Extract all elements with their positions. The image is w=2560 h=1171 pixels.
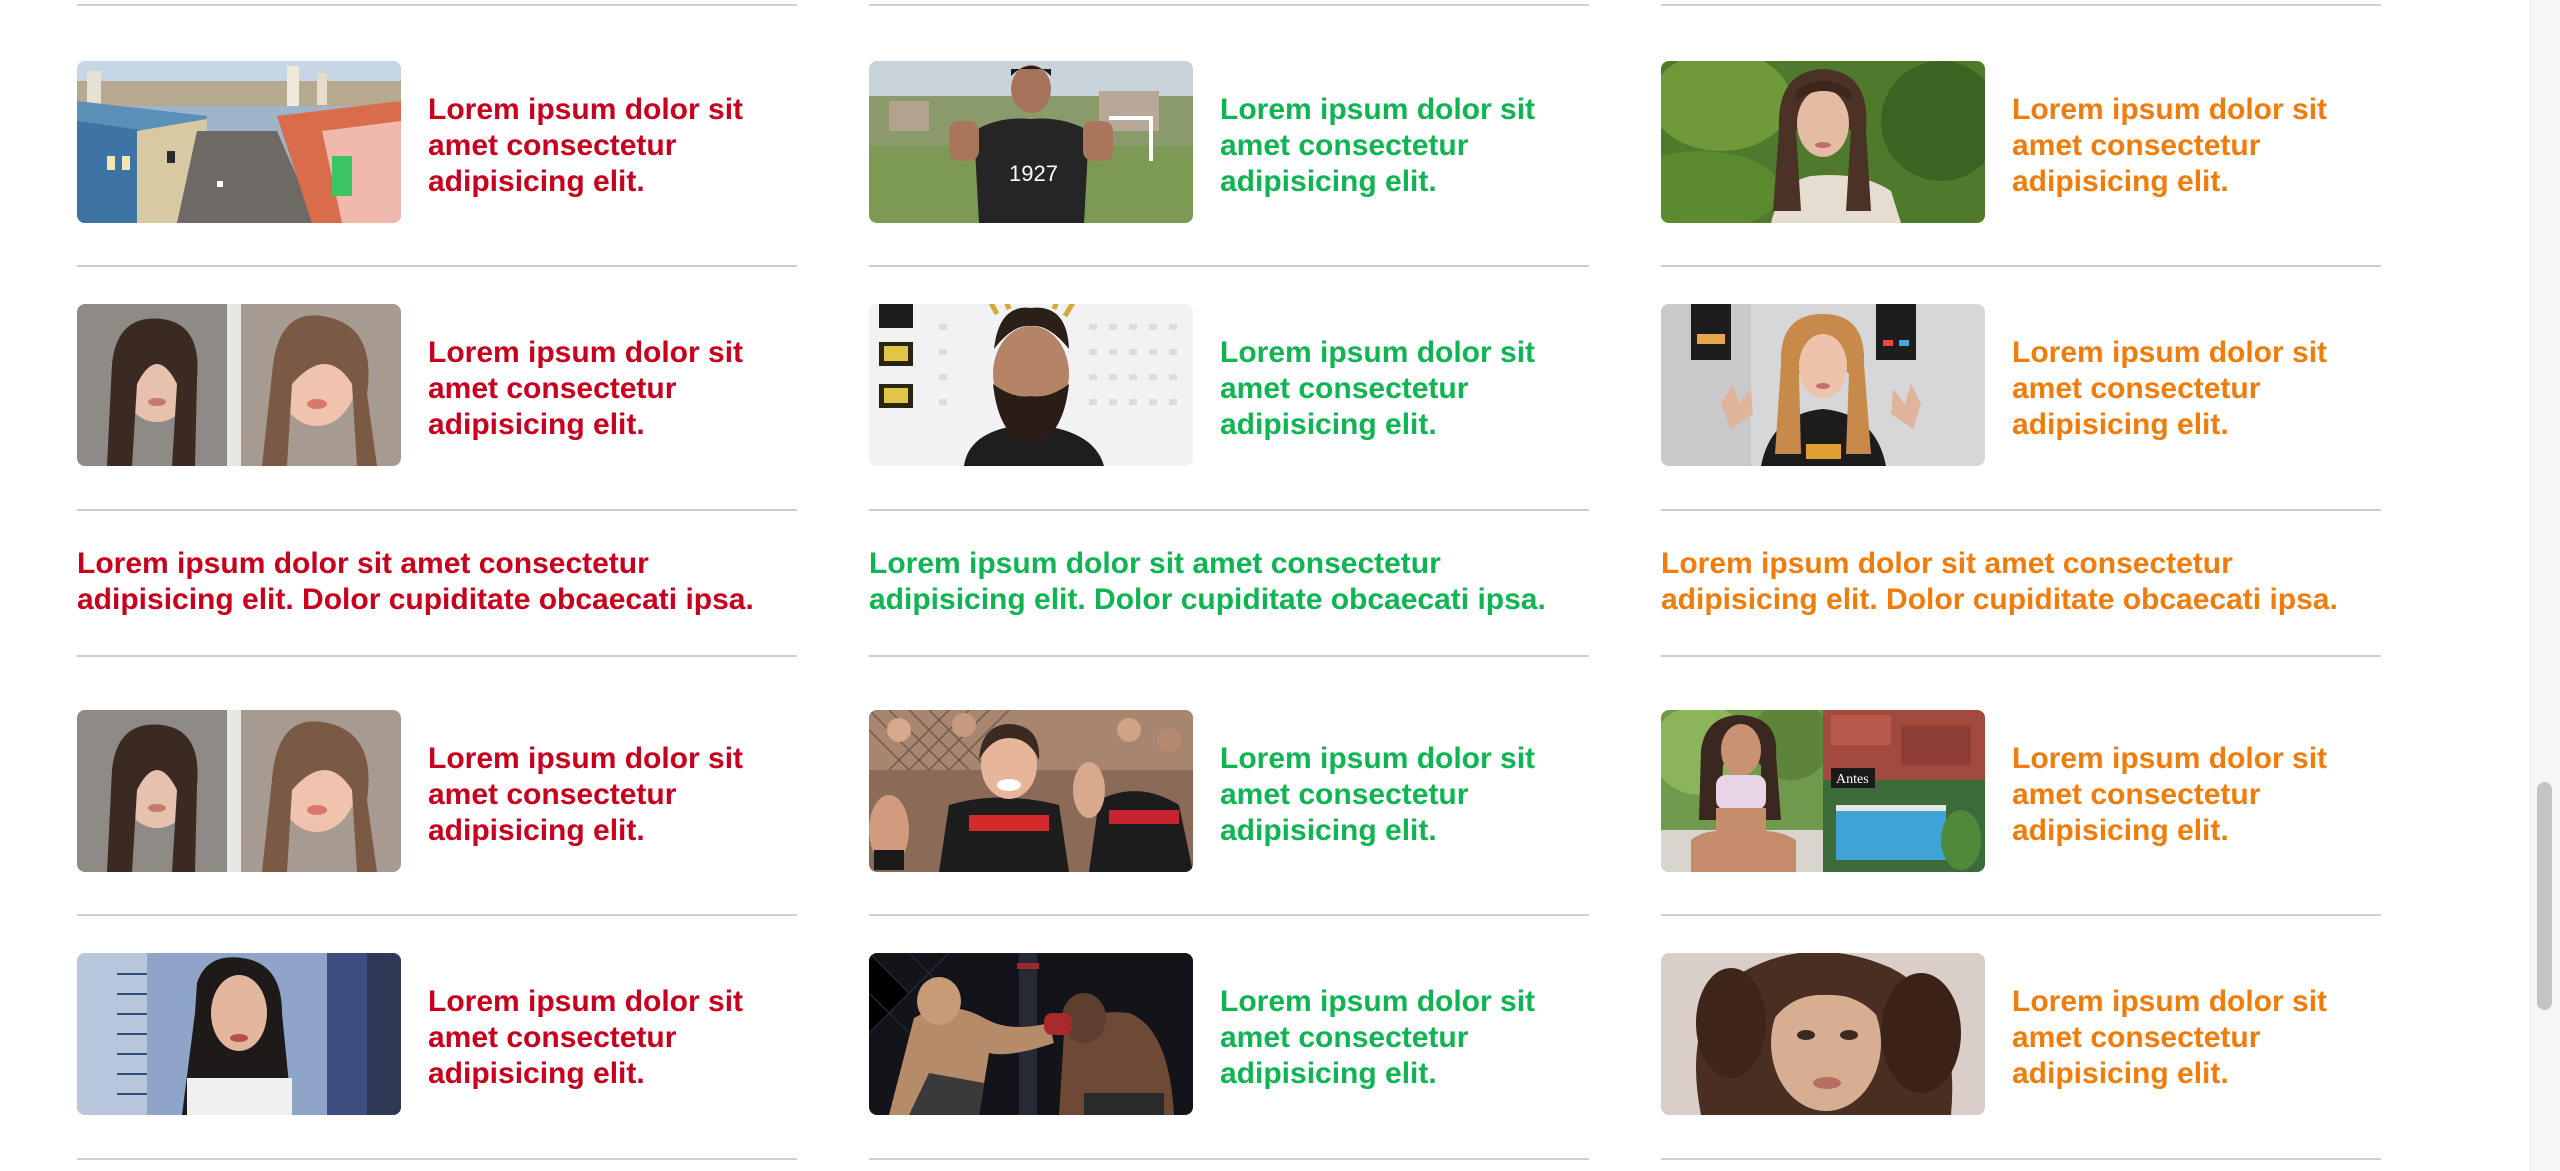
fitness-woman-and-pool-photo: Antes [1661,710,1985,872]
news-card[interactable]: Lorem ipsum dolor sit amet consectetur a… [1661,304,2381,466]
news-title: Lorem ipsum dolor sit amet consectetur a… [428,93,744,198]
news-card[interactable]: Lorem ipsum dolor sit amet consectetur a… [869,710,1589,872]
before-label: Antes [1836,772,1869,787]
two-women-selfie-photo [77,710,401,872]
divider [77,265,797,267]
scrollbar-thumb[interactable] [2537,782,2552,1010]
news-title: Lorem ipsum dolor sit amet consectetur a… [2012,93,2328,198]
news-card[interactable]: Lorem ipsum dolor sit amet consectetur a… [77,304,797,466]
divider [869,1158,1589,1160]
divider [1661,509,2381,511]
news-title: Lorem ipsum dolor sit amet consectetur a… [428,985,744,1090]
news-card[interactable]: Lorem ipsum dolor sit amet consectetur a… [77,710,797,872]
bearded-fighter-portrait-photo [869,304,1193,466]
news-card[interactable]: Antes Lorem ipsum dolor sit amet consect… [1661,710,2381,872]
football-player-jersey-photo: 1927 [869,61,1193,223]
divider [869,4,1589,6]
news-headline-link[interactable]: Lorem ipsum dolor sit amet consectetur a… [1661,546,2381,618]
svg-text:1927: 1927 [1009,161,1058,186]
news-card[interactable]: Lorem ipsum dolor sit amet consectetur a… [1661,61,2381,223]
news-grid-page: Lorem ipsum dolor sit amet consectetur a… [0,0,2560,1171]
two-women-selfie-photo [77,304,401,466]
news-title: Lorem ipsum dolor sit amet consectetur a… [1220,336,1536,441]
divider [869,509,1589,511]
colorful-colonial-street-photo [77,61,401,223]
female-fighter-celebrating-photo [869,710,1193,872]
news-title: Lorem ipsum dolor sit amet consectetur a… [428,336,744,441]
divider [1661,655,2381,657]
divider [77,509,797,511]
news-headline-link[interactable]: Lorem ipsum dolor sit amet consectetur a… [869,546,1589,618]
news-card[interactable]: Lorem ipsum dolor sit amet consectetur a… [77,953,797,1115]
news-headline-link[interactable]: Lorem ipsum dolor sit amet consectetur a… [77,546,797,618]
divider [77,4,797,6]
divider [1661,1158,2381,1160]
woman-height-chart-photo [77,953,401,1115]
news-card[interactable]: Lorem ipsum dolor sit amet consectetur a… [77,61,797,223]
divider [869,655,1589,657]
divider [869,265,1589,267]
news-title: Lorem ipsum dolor sit amet consectetur a… [428,742,744,847]
mma-fight-cage-photo [869,953,1193,1115]
news-title: Lorem ipsum dolor sit amet consectetur a… [2012,985,2328,1090]
divider [1661,265,2381,267]
divider [77,655,797,657]
woman-video-gesture-photo [1661,304,1985,466]
divider [77,914,797,916]
news-card[interactable]: Lorem ipsum dolor sit amet consectetur a… [869,953,1589,1115]
news-title: Lorem ipsum dolor sit amet consectetur a… [2012,742,2328,847]
news-card[interactable]: Lorem ipsum dolor sit amet consectetur a… [1661,953,2381,1115]
news-title: Lorem ipsum dolor sit amet consectetur a… [1220,93,1536,198]
divider [1661,914,2381,916]
divider [1661,4,2381,6]
woman-garden-portrait-photo [1661,61,1985,223]
news-card[interactable]: 1927 Lorem ipsum dolor sit amet consecte… [869,61,1589,223]
news-title: Lorem ipsum dolor sit amet consectetur a… [1220,985,1536,1090]
divider [77,1158,797,1160]
news-card[interactable]: Lorem ipsum dolor sit amet consectetur a… [869,304,1589,466]
news-title: Lorem ipsum dolor sit amet consectetur a… [2012,336,2328,441]
woman-curly-hair-portrait-photo [1661,953,1985,1115]
news-title: Lorem ipsum dolor sit amet consectetur a… [1220,742,1536,847]
divider [869,914,1589,916]
